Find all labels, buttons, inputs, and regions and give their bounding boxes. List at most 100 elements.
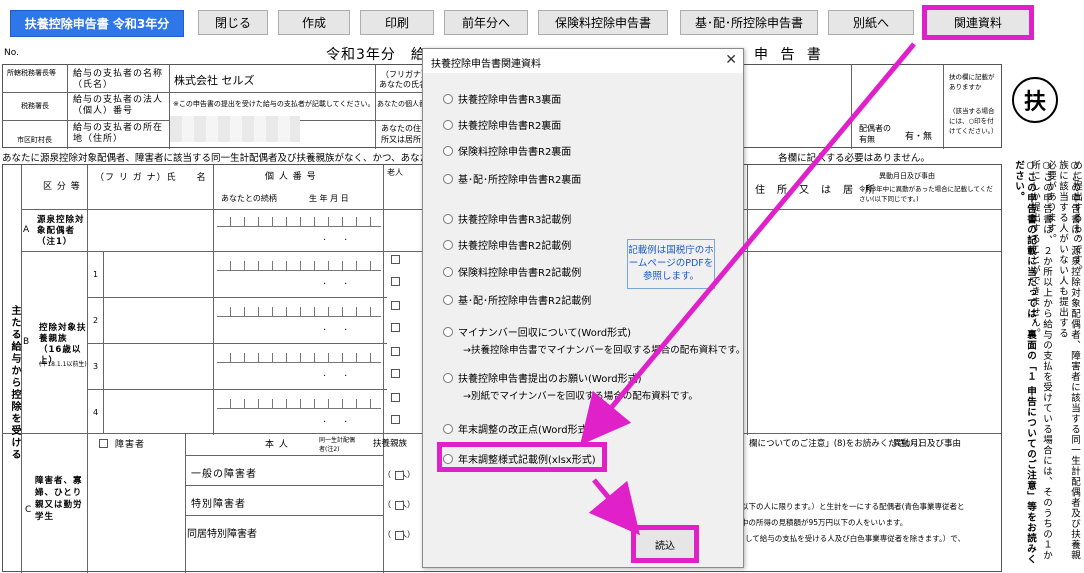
radio-icon[interactable]: [443, 145, 453, 156]
company-name: 株式会社 セルズ: [174, 74, 255, 87]
row-c-label: 障害者、寡婦、ひとり親又は勤労学生: [35, 476, 83, 522]
tax-office-head-label: 税務署長: [21, 102, 49, 110]
spouse-exist-label: 配偶者の有無: [859, 124, 891, 144]
close-button[interactable]: 閉じる: [198, 10, 268, 35]
option-xlsx-example[interactable]: 年末調整様式記載例(xlsx形式): [443, 451, 596, 466]
checkbox[interactable]: [391, 277, 400, 286]
option-request-word[interactable]: 扶養控除申告書提出のお願い(Word形式): [443, 370, 642, 385]
checkbox[interactable]: [391, 255, 400, 264]
option-hoken-r2-example[interactable]: 保険料控除申告書R2記載例: [443, 264, 581, 279]
row-num-3: 3: [93, 362, 100, 371]
option-kihai-r2-example[interactable]: 基･配･所控除申告書R2記載例: [443, 292, 591, 307]
create-button[interactable]: 作成: [278, 10, 350, 35]
row-c-change-head: 異動月日及び事由: [893, 439, 962, 449]
checkbox[interactable]: [391, 369, 400, 378]
col-spouse: 同一生計配偶者(注2): [319, 437, 356, 453]
your-address-label: あなたの住所又は居所: [381, 124, 421, 144]
radio-icon[interactable]: [443, 453, 453, 464]
col-self: 本 人: [265, 440, 289, 450]
checkbox[interactable]: [391, 393, 400, 402]
related-docs-button[interactable]: 関連資料: [922, 5, 1034, 40]
option-fuyo-r2-example[interactable]: 扶養控除申告書R2記載例: [443, 237, 571, 252]
col-birth: 生 年 月 日: [309, 194, 349, 203]
dialog-titlebar: 扶養控除申告書関連資料 ✕: [423, 49, 743, 73]
checkbox[interactable]: [391, 323, 400, 332]
radio-icon[interactable]: [443, 93, 453, 104]
example-info-box: 記載例は国税庁のホームページのPDFを参照します。: [627, 239, 715, 289]
row-c-letter: C: [25, 505, 33, 515]
col-elder: 老人: [387, 168, 403, 177]
print-button[interactable]: 印刷: [360, 10, 434, 35]
payer-note: ※この申告書の提出を受けた給与の支払者が記載してください。: [173, 100, 375, 108]
row-b-letter: B: [23, 337, 31, 347]
side-note-2: （該当する場合には、○印を付けてください。）: [949, 107, 998, 135]
option-fuyo-r3-back[interactable]: 扶養控除申告書R3裏面: [443, 91, 561, 106]
fu-badge: 扶: [1012, 77, 1058, 123]
option-kihai-r2-back[interactable]: 基･配･所控除申告書R2裏面: [443, 171, 581, 186]
toolbar: 扶養控除申告書 令和3年分 閉じる 作成 印刷 前年分へ 保険料控除申告書 基･…: [0, 0, 1084, 44]
row-num-4: 4: [93, 408, 100, 417]
row-num-2: 2: [93, 316, 100, 325]
row-a-letter: A: [23, 225, 31, 235]
checkbox[interactable]: [395, 471, 404, 480]
disabled-type-cohabiting: 同居特別障害者: [187, 529, 257, 540]
close-icon[interactable]: ✕: [725, 52, 737, 68]
option-revision-word[interactable]: 年末調整の改正点(Word形式): [443, 421, 592, 436]
form-title-left: 令和3年分 給: [326, 47, 426, 63]
foot-note-2: 中の所得の見積額が95万円以下の人をいいます。: [741, 518, 908, 527]
radio-icon[interactable]: [443, 294, 453, 305]
radio-icon[interactable]: [443, 239, 453, 250]
foot-note-3: して給与の支払を受ける人及び白色事業専従者を除きます。）で、: [745, 534, 965, 543]
disabled-type-special: 特別障害者: [191, 499, 246, 510]
radio-icon[interactable]: [443, 372, 453, 383]
radio-icon[interactable]: [443, 266, 453, 277]
form-no-label: No.: [4, 48, 19, 58]
request-note: →別紙でマイナンバーを回収する場合の配布資料です。: [463, 391, 698, 402]
payer-address-label: 給与の支払者の所在地（住所）: [73, 123, 164, 144]
option-fuyo-r2-back[interactable]: 扶養控除申告書R2裏面: [443, 117, 561, 132]
your-name-label: あなたの氏名: [379, 80, 427, 89]
col-number: 個 人 番 号: [265, 172, 317, 182]
redacted-number: [170, 116, 300, 142]
checkbox[interactable]: [391, 415, 400, 424]
col-category: 区 分 等: [43, 182, 81, 192]
col-dependents: 扶養親族: [373, 439, 408, 449]
checkbox[interactable]: [395, 501, 404, 510]
tax-office-label: 所轄税務署長等: [7, 69, 56, 77]
attachment-button[interactable]: 別紙へ: [828, 10, 914, 35]
checkbox[interactable]: [395, 531, 404, 540]
insurance-form-button[interactable]: 保険料控除申告書: [538, 10, 668, 35]
disabled-label: 障害者: [115, 440, 146, 450]
number-boxes[interactable]: [217, 217, 381, 227]
city-head-label: 市区町村長: [17, 136, 52, 144]
related-docs-dialog: 扶養控除申告書関連資料 ✕ 扶養控除申告書R3裏面 扶養控除申告書R2裏面 保険…: [422, 48, 746, 568]
dialog-title: 扶養控除申告書関連資料: [431, 59, 541, 70]
mynumber-note: →扶養控除申告書でマイナンバーを回収する場合の配布資料です。: [463, 345, 746, 356]
option-fuyo-r3-example[interactable]: 扶養控除申告書R3記載例: [443, 211, 571, 226]
checkbox[interactable]: [391, 347, 400, 356]
row-b-sub: (平18.1.1以前生): [39, 361, 87, 368]
side-text-2: ○この申告書は、源泉控除対象配偶者、障害者に該当する同一生計配偶者及び扶養親族に…: [1057, 160, 1080, 561]
radio-icon[interactable]: [443, 213, 453, 224]
radio-icon[interactable]: [443, 119, 453, 130]
option-hoken-r2-back[interactable]: 保険料控除申告書R2裏面: [443, 143, 571, 158]
radio-icon[interactable]: [443, 423, 453, 434]
col-name: （フ リ ガ ナ）氏 名: [95, 173, 207, 183]
disabled-checkbox[interactable]: [99, 439, 108, 448]
spouse-yes-no: 有・無: [905, 132, 933, 142]
col-change: 異動月日及び事由: [879, 172, 935, 180]
app-title: 扶養控除申告書 令和3年分: [10, 10, 184, 37]
radio-icon[interactable]: [443, 173, 453, 184]
disabled-type-general: 一般の障害者: [191, 469, 257, 480]
read-button[interactable]: 読込: [631, 525, 699, 563]
col-change-note: 令和3年中に異動があった場合に記載してください(以下同じです。): [859, 185, 993, 203]
side-note-1: 扶の欄に記載がありますか: [949, 73, 995, 91]
foot-note-1: 以下の人に限ります。）と生計を一にする配偶者(青色事業専従者と: [741, 502, 965, 511]
side-instructions: ○この申告書は、あなたの給与について扶養控除、障害者控除などの控除を受けるために…: [1008, 160, 1084, 570]
basic-deduction-form-button[interactable]: 基･配･所控除申告書: [680, 10, 818, 35]
radio-icon[interactable]: [443, 326, 453, 337]
payer-number-label: 給与の支払者の法人（個人）番号: [73, 95, 164, 116]
option-mynumber-word[interactable]: マイナンバー回収について(Word形式): [443, 324, 631, 339]
checkbox[interactable]: [391, 301, 400, 310]
prev-year-button[interactable]: 前年分へ: [444, 10, 528, 35]
